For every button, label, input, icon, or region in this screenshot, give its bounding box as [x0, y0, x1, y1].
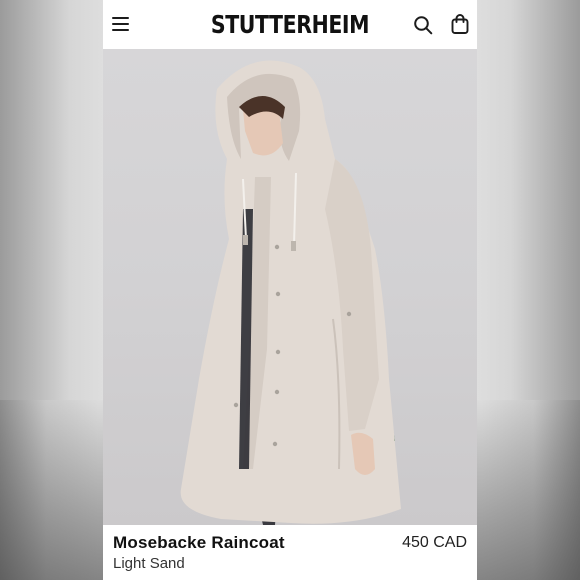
- hamburger-menu-icon[interactable]: [112, 16, 130, 32]
- product-color: Light Sand: [113, 555, 185, 572]
- product-name[interactable]: Mosebacke Raincoat: [113, 533, 285, 553]
- product-price: 450 CAD: [402, 534, 467, 551]
- brand-logo[interactable]: STUTTERHEIM: [137, 10, 444, 39]
- site-header: STUTTERHEIM: [103, 0, 477, 49]
- phone-screen: STUTTERHEIM Mosebacke Raincoat 450 CAD L…: [103, 0, 477, 580]
- shopping-bag-icon[interactable]: [450, 13, 470, 35]
- product-image[interactable]: [103, 49, 477, 525]
- search-icon[interactable]: [413, 15, 433, 35]
- product-info: Mosebacke Raincoat 450 CAD Light Sand: [103, 525, 477, 580]
- product-photo-illustration: [180, 60, 401, 525]
